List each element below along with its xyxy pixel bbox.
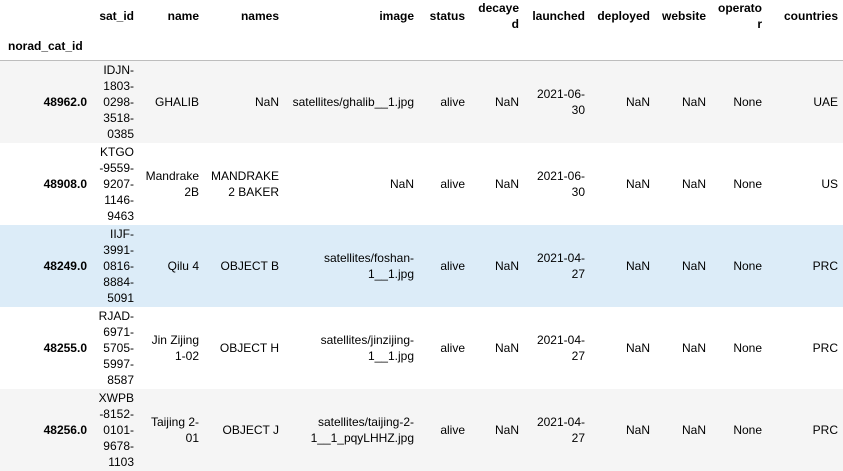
cell-sat-id: KTGO-9559-9207-1146-9463 [99,144,134,223]
cell-decayed: NaN [494,258,519,273]
cell-deployed: NaN [625,422,650,437]
cell-image: satellites/jinzijing-1__1.jpg [320,332,414,363]
row-index-cell: 48255.0 [43,340,87,355]
cell-sat-id: IIJF-3991-0816-8884-5091 [103,226,134,305]
column-header-deployed: deployed [597,9,650,23]
cell-names: OBJECT J [222,422,279,437]
index-name-header: norad_cat_id [0,32,139,61]
cell-names: NaN [254,94,279,109]
cell-name: Jin Zijing 1-02 [151,332,199,363]
table-row: 48249.0 IIJF-3991-0816-8884-5091 Qilu 4 OBJ… [0,224,843,307]
cell-sat-id: IDJN-1803-0298-3518-0385 [103,62,134,141]
cell-sat-id: XWPB-8152-0101-9678-1103 [98,390,134,469]
cell-countries: US [821,176,838,191]
cell-image: satellites/ghalib__1.jpg [292,94,414,109]
cell-operator: None [733,176,762,191]
cell-names: OBJECT H [219,340,279,355]
cell-names: MANDRAKE 2 BAKER [210,168,279,199]
cell-operator: None [733,340,762,355]
cell-decayed: NaN [494,422,519,437]
table-row: 48962.0 IDJN-1803-0298-3518-0385 GHALIB NaN… [0,60,843,143]
table-row: 48908.0 KTGO-9559-9207-1146-9463 Mandrake … [0,142,843,225]
cell-countries: PRC [812,258,838,273]
cell-decayed: NaN [494,176,519,191]
table-row: 48255.0 RJAD-6971-5705-5997-8587 Jin Zijin… [0,306,843,389]
cell-image: NaN [389,176,414,191]
column-header-image: image [379,9,414,23]
index-header-row: norad_cat_id [0,32,843,61]
row-index-cell: 48962.0 [43,94,87,109]
cell-decayed: NaN [494,94,519,109]
column-header-countries: countries [783,9,838,23]
column-header-status: status [429,9,465,23]
cell-status: alive [440,422,465,437]
column-header-decayed: decayed [478,1,519,31]
cell-website: NaN [681,176,706,191]
cell-launched: 2021-04-27 [536,414,585,445]
cell-operator: None [733,94,762,109]
table-body: 48962.0 IDJN-1803-0298-3518-0385 GHALIB NaN… [0,60,843,471]
cell-operator: None [733,422,762,437]
cell-launched: 2021-04-27 [536,332,585,363]
cell-status: alive [440,340,465,355]
corner-cell [0,0,92,32]
cell-website: NaN [681,94,706,109]
cell-deployed: NaN [625,94,650,109]
table-row: 48256.0 XWPB-8152-0101-9678-1103 Taijing 2… [0,388,843,471]
cell-name: GHALIB [154,94,199,109]
column-header-operator: operator [717,1,762,31]
cell-countries: PRC [812,340,838,355]
dataframe-table: sat_id name names image status decayed l… [0,0,843,471]
cell-status: alive [440,176,465,191]
column-header-launched: launched [532,9,585,23]
cell-launched: 2021-04-27 [536,250,585,281]
cell-launched: 2021-06-30 [536,168,585,199]
cell-name: Mandrake 2B [145,168,199,199]
cell-name: Qilu 4 [167,258,199,273]
row-index-cell: 48249.0 [43,258,87,273]
cell-operator: None [733,258,762,273]
row-index-cell: 48908.0 [43,176,87,191]
column-header-website: website [661,9,706,23]
cell-names: OBJECT B [220,258,279,273]
cell-name: Taijing 2-01 [150,414,199,445]
cell-countries: PRC [812,422,838,437]
cell-website: NaN [681,258,706,273]
column-header-row: sat_id name names image status decayed l… [0,0,843,32]
column-header-name: name [167,9,199,23]
cell-decayed: NaN [494,340,519,355]
cell-status: alive [440,258,465,273]
cell-countries: UAE [813,94,838,109]
cell-sat-id: RJAD-6971-5705-5997-8587 [98,308,134,387]
column-header-sat-id: sat_id [99,9,134,23]
cell-deployed: NaN [625,340,650,355]
row-index-cell: 48256.0 [43,422,87,437]
cell-website: NaN [681,422,706,437]
cell-image: satellites/foshan-1__1.jpg [323,250,414,281]
cell-deployed: NaN [625,176,650,191]
cell-website: NaN [681,340,706,355]
cell-status: alive [440,94,465,109]
cell-launched: 2021-06-30 [536,86,585,117]
cell-image: satellites/taijing-2-1__1_pqyLHHZ.jpg [310,414,414,445]
column-header-names: names [240,9,279,23]
cell-deployed: NaN [625,258,650,273]
